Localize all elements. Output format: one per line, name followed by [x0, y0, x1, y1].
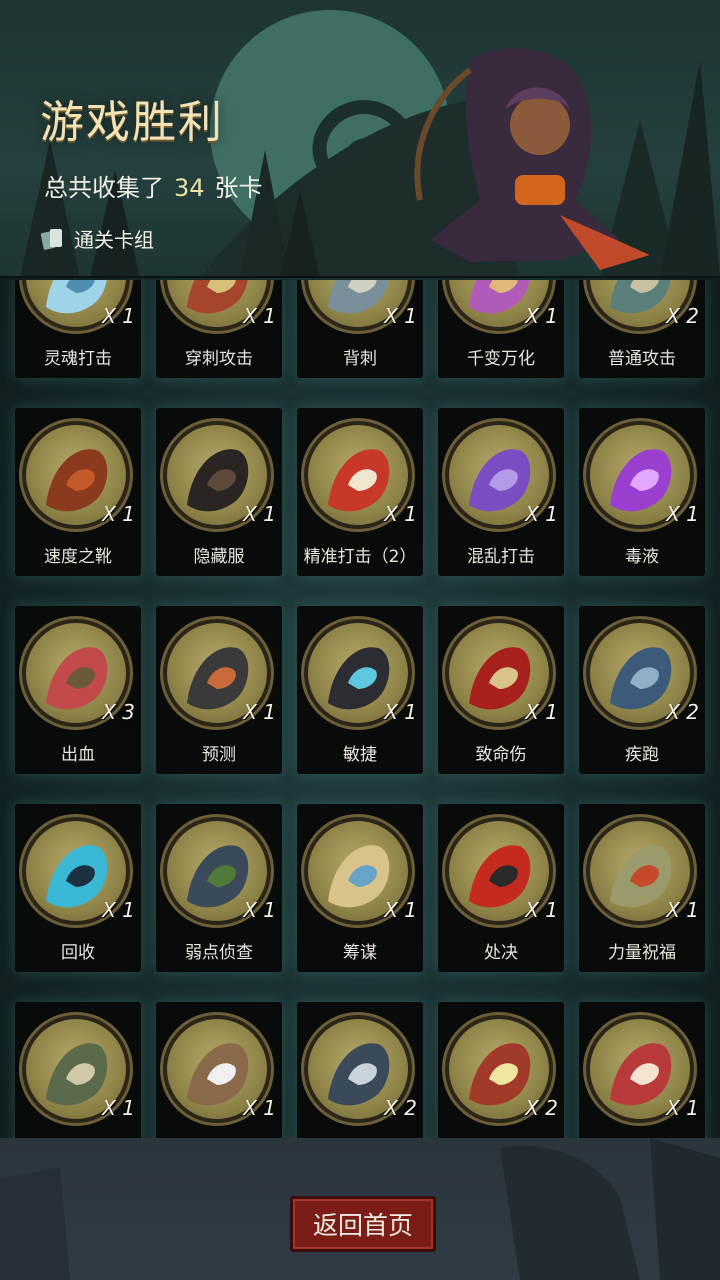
card-deck-icon: [40, 227, 66, 251]
card-tile[interactable]: X 1 速度之靴: [15, 408, 141, 576]
card-name: 致命伤: [475, 745, 527, 765]
card-name: 速度之靴: [44, 547, 112, 567]
card-quantity: X 1: [666, 502, 699, 526]
card-tile[interactable]: X 1 隐藏服: [156, 408, 282, 576]
card-name: 预测: [202, 745, 236, 765]
card-name: 灵魂打击: [44, 349, 112, 369]
card-name: 普通攻击: [608, 349, 676, 369]
card-name: 毒液: [625, 547, 659, 567]
card-name: 力量祝福: [608, 943, 676, 963]
card-tile[interactable]: X 2躲闪: [438, 1002, 564, 1138]
card-tile[interactable]: X 1 预测: [156, 606, 282, 774]
card-quantity: X 1: [525, 700, 558, 724]
card-quantity: X 1: [102, 1096, 135, 1120]
card-quantity: X 1: [384, 304, 417, 328]
summary-prefix: 总共收集了: [44, 174, 164, 202]
card-tile[interactable]: X 2 疾跑: [579, 606, 705, 774]
card-quantity: X 1: [525, 502, 558, 526]
card-quantity: X 1: [102, 502, 135, 526]
card-quantity: X 1: [102, 898, 135, 922]
card-name: 弱点侦查: [185, 943, 253, 963]
card-quantity: X 1: [243, 898, 276, 922]
card-tile[interactable]: X 2残影: [297, 1002, 423, 1138]
card-tile[interactable]: X 1 筹谋: [297, 804, 423, 972]
card-tile[interactable]: X 1 灵魂打击: [15, 280, 141, 378]
card-quantity: X 1: [102, 304, 135, 328]
card-quantity: X 1: [666, 1096, 699, 1120]
card-tile[interactable]: X 1 致命伤: [438, 606, 564, 774]
card-tile[interactable]: X 1禁言: [579, 1002, 705, 1138]
card-name: 千变万化: [467, 349, 535, 369]
card-name: 隐藏服: [193, 547, 245, 567]
card-tile[interactable]: X 1 背刺: [297, 280, 423, 378]
card-name: 出血: [61, 745, 95, 765]
card-tile[interactable]: X 1 混乱打击: [438, 408, 564, 576]
card-quantity: X 1: [384, 502, 417, 526]
card-name: 背刺: [343, 349, 377, 369]
summary-suffix: 张卡: [214, 174, 263, 202]
card-quantity: X 3: [102, 700, 135, 724]
card-collection-grid[interactable]: X 1 灵魂打击 X 1 穿刺攻击 X 1 背刺 X 1 千变万化 X 2 普通攻击 X 1 速度之靴…: [0, 280, 720, 1138]
card-quantity: X 1: [525, 898, 558, 922]
clear-deck-link[interactable]: 通关卡组: [40, 224, 154, 253]
cards-collected-summary: 总共收集了 34 张卡: [44, 168, 263, 203]
card-tile[interactable]: X 1 毒液: [579, 408, 705, 576]
victory-title: 游戏胜利: [40, 97, 224, 148]
card-count: 34: [174, 174, 205, 202]
card-name: 疾跑: [625, 745, 659, 765]
card-tile[interactable]: X 1 敏捷: [297, 606, 423, 774]
card-quantity: X 2: [384, 1096, 417, 1120]
card-name: 处决: [484, 943, 518, 963]
card-name: 筹谋: [343, 943, 377, 963]
card-tile[interactable]: X 3 出血: [15, 606, 141, 774]
return-home-button[interactable]: 返回首页: [290, 1196, 436, 1252]
card-tile[interactable]: X 1 弱点侦查: [156, 804, 282, 972]
card-name: 穿刺攻击: [185, 349, 253, 369]
card-quantity: X 1: [243, 700, 276, 724]
card-quantity: X 1: [243, 304, 276, 328]
card-tile[interactable]: X 1 精准打击（2）: [297, 408, 423, 576]
card-tile[interactable]: X 1逃跑: [15, 1002, 141, 1138]
card-quantity: X 1: [243, 1096, 276, 1120]
card-tile[interactable]: X 1 力量祝福: [579, 804, 705, 972]
card-quantity: X 1: [525, 304, 558, 328]
card-name: 精准打击（2）: [303, 547, 417, 567]
card-tile[interactable]: X 1 穿刺攻击: [156, 280, 282, 378]
card-name: 回收: [61, 943, 95, 963]
card-tile[interactable]: X 1 回收: [15, 804, 141, 972]
card-quantity: X 1: [384, 898, 417, 922]
card-name: 混乱打击: [467, 547, 535, 567]
card-tile[interactable]: X 1 千变万化: [438, 280, 564, 378]
card-quantity: X 1: [666, 898, 699, 922]
card-quantity: X 2: [666, 304, 699, 328]
card-tile[interactable]: X 1沉痛打击: [156, 1002, 282, 1138]
card-quantity: X 1: [384, 700, 417, 724]
card-quantity: X 2: [525, 1096, 558, 1120]
card-quantity: X 1: [243, 502, 276, 526]
card-tile[interactable]: X 2 普通攻击: [579, 280, 705, 378]
card-tile[interactable]: X 1 处决: [438, 804, 564, 972]
card-name: 敏捷: [343, 745, 377, 765]
clear-deck-label: 通关卡组: [74, 228, 154, 252]
card-quantity: X 2: [666, 700, 699, 724]
victory-header: 游戏胜利 总共收集了 34 张卡 通关卡组: [0, 0, 720, 278]
